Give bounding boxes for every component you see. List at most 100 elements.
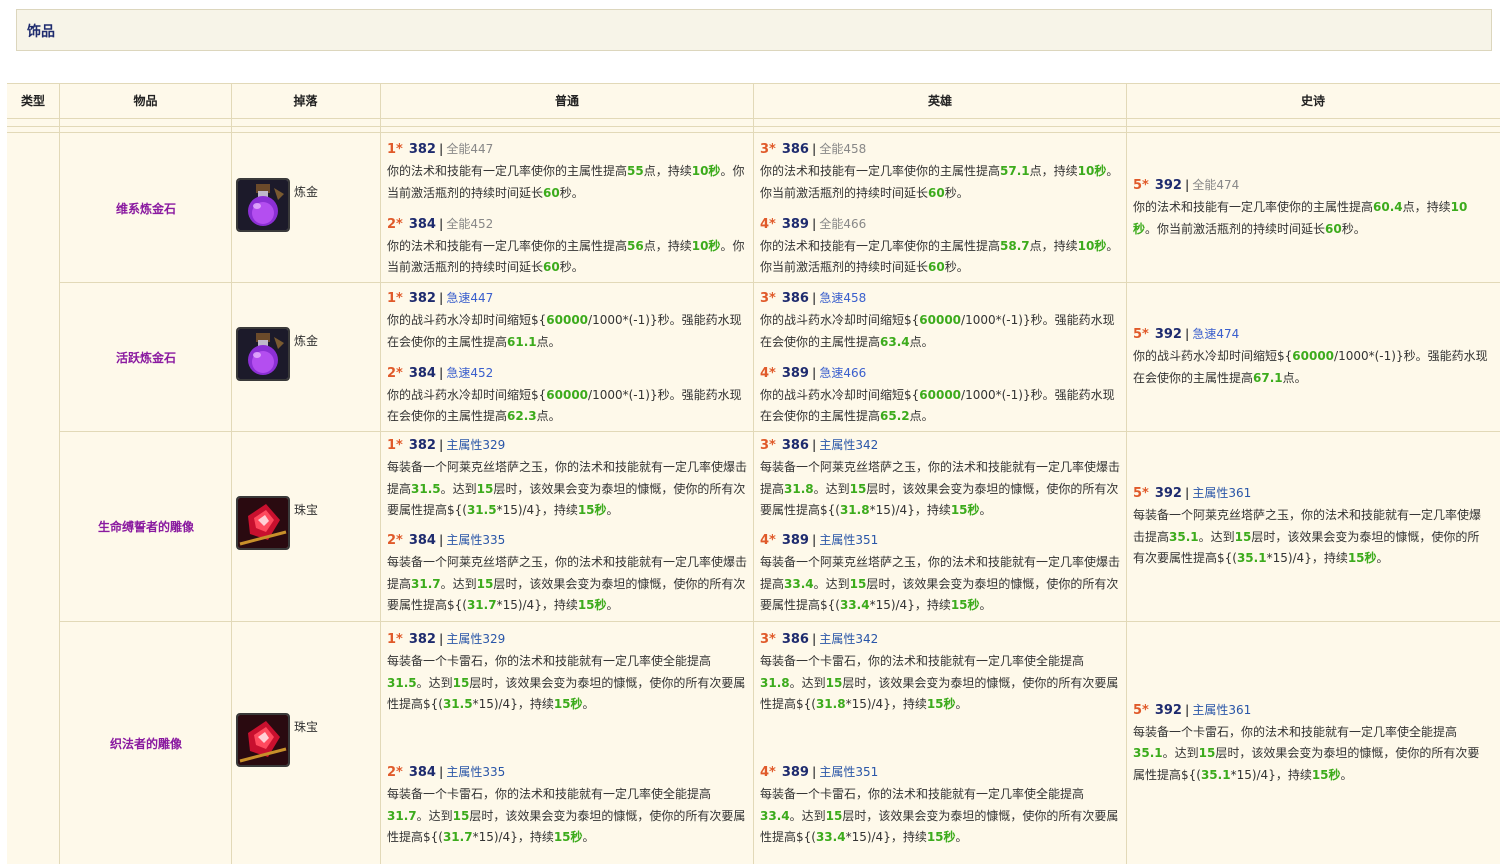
highlight-value: 60000 — [919, 387, 962, 402]
effect-text: 。 — [1340, 767, 1353, 782]
effect-text: 。 — [582, 830, 595, 844]
highlight-value: 60000 — [546, 387, 589, 402]
rank-stars: 1* — [387, 632, 403, 647]
header-divider — [7, 118, 1500, 119]
highlight-value: 60 — [928, 260, 945, 274]
highlight-value: 15 — [849, 481, 867, 496]
effect-text: *15)/4}，持续 — [496, 598, 578, 612]
drop-source: 珠宝 — [294, 719, 319, 734]
rank-entry: 4* 389 | 急速466 你的战斗药水冷却时间缩短${60000/1000*(-1)… — [760, 363, 1122, 428]
stat-link[interactable]: 主属性351 — [819, 533, 878, 547]
effect-text: 。达到 — [1198, 529, 1235, 544]
item-level: 392 — [1154, 178, 1182, 194]
highlight-value: 57.1 — [1000, 164, 1030, 178]
separator: | — [811, 365, 817, 380]
highlight-value: 31.8 — [839, 503, 870, 517]
stat-link[interactable]: 主属性335 — [446, 765, 505, 779]
alchemist-stone-potion-icon[interactable] — [236, 177, 290, 232]
highlight-value: 55 — [627, 164, 644, 178]
effect-text: 你的法术和技能有一定几率使你的主属性提高 — [387, 164, 628, 178]
effect-description: 你的法术和技能有一定几率使你的主属性提高56点，持续10秒。你当前激活瓶剂的持续… — [387, 236, 749, 279]
rank-entry: 2* 384 | 全能452 你的法术和技能有一定几率使你的主属性提高56点，持续10秒… — [387, 214, 749, 279]
item-name-link[interactable]: 织法者的雕像 — [60, 735, 232, 752]
highlight-value: 31.5 — [466, 503, 497, 517]
highlight-value: 31.7 — [442, 830, 473, 844]
row-divider — [60, 621, 1500, 622]
stat-link[interactable]: 全能466 — [819, 217, 866, 231]
effect-text: 点，持续 — [1029, 164, 1078, 178]
rank-stars: 4* — [760, 216, 776, 232]
stat-link[interactable]: 急速466 — [819, 366, 866, 380]
highlight-value: 10秒 — [1077, 238, 1107, 253]
effect-text: 点，持续 — [1029, 238, 1078, 253]
item-name-link[interactable]: 活跃炼金石 — [60, 349, 232, 366]
ruby-figurine-icon[interactable] — [236, 712, 290, 767]
stat-link[interactable]: 全能474 — [1192, 178, 1239, 192]
separator: | — [438, 216, 444, 231]
effect-text: 。 — [582, 697, 595, 711]
stat-link[interactable]: 主属性342 — [819, 632, 878, 646]
highlight-value: 15秒 — [926, 697, 956, 711]
stat-link[interactable]: 全能452 — [446, 217, 493, 231]
highlight-value: 35.1 — [1200, 767, 1231, 782]
effect-text: *15)/4}，持续 — [472, 697, 554, 711]
effect-text: 你的战斗药水冷却时间缩短${ — [387, 387, 547, 402]
effect-text: 秒。 — [944, 260, 969, 274]
highlight-value: 33.4 — [784, 576, 814, 591]
effect-text: *15)/4}，持续 — [845, 830, 927, 844]
item-level: 392 — [1154, 702, 1182, 718]
highlight-value: 15秒 — [926, 830, 956, 844]
stat-link[interactable]: 急速474 — [1192, 327, 1239, 341]
stat-link[interactable]: 急速452 — [446, 366, 493, 380]
separator: | — [1184, 178, 1190, 193]
item-level: 389 — [781, 365, 809, 381]
highlight-value: 15 — [825, 808, 843, 823]
item-level: 382 — [408, 438, 436, 453]
stat-link[interactable]: 全能458 — [819, 142, 866, 156]
effect-text: 。 — [955, 697, 968, 711]
rank-stars: 5* — [1133, 327, 1149, 343]
item-level: 392 — [1154, 327, 1182, 343]
effect-text: 。 — [979, 598, 992, 612]
highlight-value: 10秒 — [1077, 164, 1107, 178]
effect-text: 秒。 — [944, 185, 969, 200]
item-level: 386 — [781, 291, 809, 306]
highlight-value: 10秒 — [691, 164, 721, 178]
rank-stars: 4* — [760, 533, 776, 548]
highlight-value: 60000 — [919, 313, 962, 327]
effect-text: 。 — [979, 503, 992, 517]
effect-text: 。达到 — [416, 808, 453, 823]
alchemist-stone-potion-icon[interactable] — [236, 326, 290, 381]
item-level: 384 — [408, 216, 436, 232]
effect-text: *15)/4}，持续 — [472, 830, 554, 844]
item-name-link[interactable]: 生命缚誓者的雕像 — [60, 518, 232, 535]
separator: | — [438, 632, 444, 646]
stat-link[interactable]: 全能447 — [446, 142, 493, 156]
stat-link[interactable]: 主属性361 — [1192, 703, 1251, 717]
header-epic: 史诗 — [1300, 94, 1325, 108]
stat-link[interactable]: 主属性335 — [446, 533, 505, 547]
header-item: 物品 — [133, 94, 158, 108]
stat-link[interactable]: 主属性361 — [1192, 486, 1251, 500]
spacer-divider — [7, 126, 1500, 127]
effect-description: 每装备一个卡雷石，你的法术和技能就有一定几率使全能提高33.4。达到15层时，该… — [760, 784, 1122, 849]
ruby-figurine-icon[interactable] — [236, 496, 290, 550]
stat-link[interactable]: 主属性329 — [446, 632, 505, 646]
stat-link[interactable]: 主属性351 — [819, 765, 878, 779]
effect-description: 每装备一个阿莱克丝塔萨之玉，你的法术和技能就有一定几率使爆击提高31.5。达到1… — [387, 457, 749, 522]
stat-link[interactable]: 急速447 — [446, 291, 493, 305]
effect-text: 点。 — [536, 334, 561, 349]
rank-stars: 4* — [760, 765, 776, 780]
stat-link[interactable]: 急速458 — [819, 291, 866, 305]
effect-text: 。达到 — [440, 576, 477, 591]
effect-text: 。达到 — [789, 808, 826, 823]
stat-link[interactable]: 主属性329 — [446, 438, 505, 452]
stat-link[interactable]: 主属性342 — [819, 438, 878, 452]
rank-entry: 5* 392 | 主属性361 每装备一个阿莱克丝塔萨之玉，你的法术和技能就有一定几率使… — [1133, 483, 1491, 570]
effect-text: 你的法术和技能有一定几率使你的主属性提高 — [760, 164, 1001, 178]
rank-entry: 4* 389 | 主属性351 每装备一个卡雷石，你的法术和技能就有一定几率使全能提高 3… — [760, 762, 1122, 849]
item-name-link[interactable]: 维系炼金石 — [60, 200, 232, 217]
rank-entry: 1* 382 | 全能447 你的法术和技能有一定几率使你的主属性提高55点，持续10秒… — [387, 139, 749, 204]
rank-entry: 2* 384 | 急速452 你的战斗药水冷却时间缩短${60000/1000*(-1)… — [387, 363, 749, 428]
rank-entry: 5* 392 | 全能474 你的法术和技能有一定几率使你的主属性提高60.4点，持续1… — [1133, 175, 1491, 240]
